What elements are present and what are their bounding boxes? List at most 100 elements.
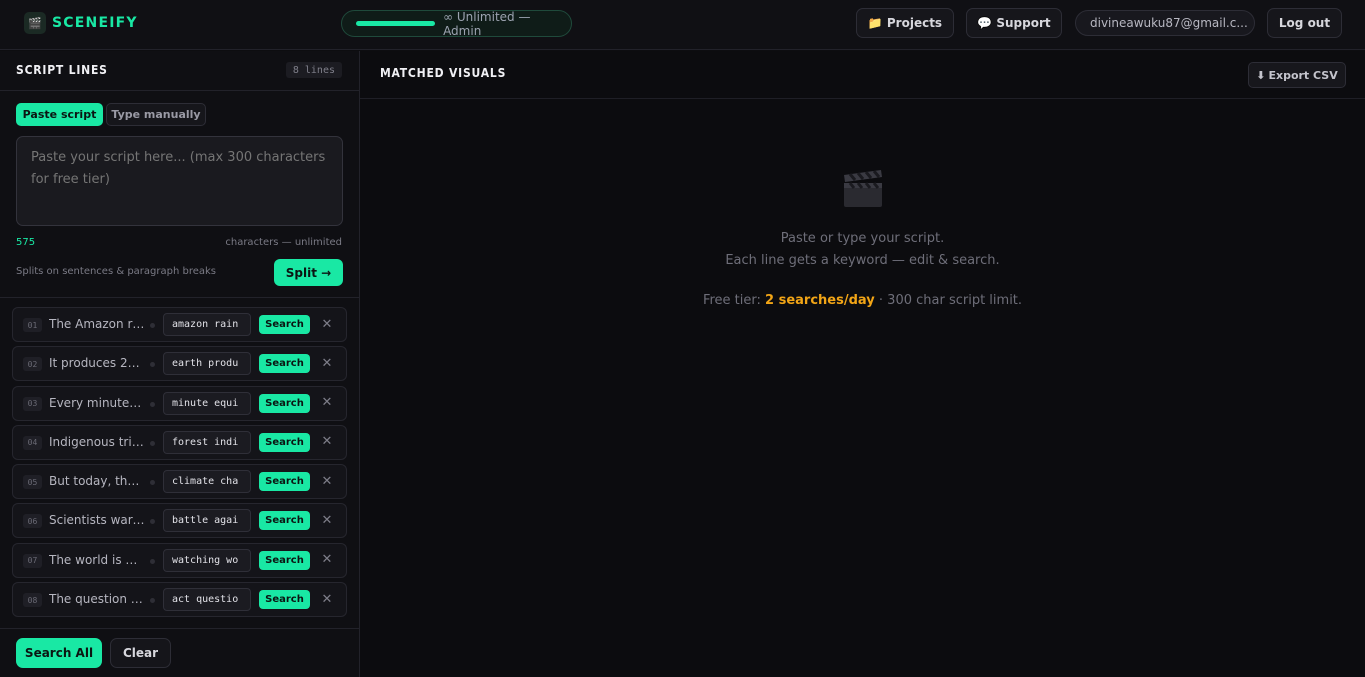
separator-dot xyxy=(150,440,155,446)
line-text[interactable]: Indigenous trib... xyxy=(49,435,145,449)
line-number: 03 xyxy=(23,396,42,411)
tier-prefix: Free tier: xyxy=(702,293,761,308)
line-search-button[interactable]: Search xyxy=(259,511,310,531)
script-lines-title: SCRIPT LINES xyxy=(16,63,108,77)
logout-button[interactable]: Log out xyxy=(1267,8,1342,38)
remove-line-icon[interactable]: ✕ xyxy=(319,510,335,530)
tier-suffix: · 300 char script limit. xyxy=(878,293,1023,308)
matched-visuals-header: MATCHED VISUALS ⬇ Export CSV xyxy=(360,51,1365,99)
line-number: 06 xyxy=(23,514,42,529)
script-line-row[interactable]: 06 Scientists warn... battle agai Search ✕ xyxy=(12,503,347,539)
split-hint: Splits on sentences & paragraph breaks xyxy=(16,266,217,277)
line-search-button[interactable]: Search xyxy=(259,472,310,492)
projects-button-label: Projects xyxy=(886,16,943,30)
tab-type-manually[interactable]: Type manually xyxy=(106,103,206,126)
script-line-list: 01 The Amazon rai... amazon rain Search ✕ 02 I… xyxy=(12,307,347,621)
line-search-button[interactable]: Search xyxy=(259,590,310,610)
line-search-button[interactable]: Search xyxy=(259,315,310,334)
line-text[interactable]: It produces 20 ... xyxy=(49,356,145,370)
line-search-button[interactable]: Search xyxy=(259,432,310,452)
script-line-row[interactable]: 02 It produces 20 ... earth produ Search ✕ xyxy=(12,346,347,382)
app-name: SCENEIFY xyxy=(52,15,138,31)
line-text[interactable]: The world is wa... xyxy=(49,553,145,567)
empty-state: Paste or type your script. Each line get… xyxy=(360,166,1365,308)
line-number: 07 xyxy=(23,553,42,568)
separator-dot xyxy=(150,519,155,525)
matched-visuals-title: MATCHED VISUALS xyxy=(380,66,507,80)
divider xyxy=(0,628,359,629)
line-text[interactable]: Every minute, t... xyxy=(49,396,145,410)
projects-button[interactable]: 📁 Projects xyxy=(856,8,954,38)
free-tier-note: Free tier: 2 searches/day · 300 char scr… xyxy=(360,293,1365,308)
clapperboard-logo-icon: 🎬 xyxy=(24,12,46,34)
line-number: 02 xyxy=(23,357,42,372)
keyword-input[interactable]: climate cha xyxy=(163,470,251,494)
separator-dot xyxy=(150,598,155,604)
remove-line-icon[interactable]: ✕ xyxy=(319,471,335,491)
separator-dot xyxy=(150,401,155,407)
script-line-row[interactable]: 04 Indigenous trib... forest indi Search ✕ xyxy=(12,424,347,460)
keyword-input[interactable]: forest indi xyxy=(163,430,251,454)
script-lines-header: SCRIPT LINES 8 lines xyxy=(0,51,359,91)
char-count: 575 xyxy=(16,237,36,248)
line-text[interactable]: The question is... xyxy=(49,592,145,606)
split-button[interactable]: Split → xyxy=(274,259,343,286)
line-search-button[interactable]: Search xyxy=(259,550,310,570)
export-csv-button[interactable]: ⬇ Export CSV xyxy=(1248,62,1346,88)
script-line-row[interactable]: 05 But today, thei... climate cha Search ✕ xyxy=(12,464,347,500)
user-email[interactable]: divineawuku87@gmail.c... xyxy=(1075,10,1255,36)
speech-bubble-icon: 💬 xyxy=(977,16,993,30)
empty-state-line-1: Paste or type your script. xyxy=(780,231,945,246)
separator-dot xyxy=(150,323,155,328)
line-number: 04 xyxy=(23,435,42,450)
remove-line-icon[interactable]: ✕ xyxy=(319,589,335,609)
line-number: 08 xyxy=(23,593,42,608)
line-count-badge: 8 lines xyxy=(285,62,342,78)
separator-dot xyxy=(150,558,155,564)
remove-line-icon[interactable]: ✕ xyxy=(319,353,335,373)
script-line-row[interactable]: 08 The question is... act questio Search ✕ xyxy=(12,582,347,618)
remove-line-icon[interactable]: ✕ xyxy=(319,550,335,570)
top-navigation-bar: 🎬 SCENEIFY ∞ Unlimited — Admin 📁 Project… xyxy=(0,0,1365,50)
clapperboard-icon xyxy=(843,170,882,207)
support-button[interactable]: 💬 Support xyxy=(966,8,1062,38)
remove-line-icon[interactable]: ✕ xyxy=(319,393,335,413)
app-logo[interactable]: 🎬 SCENEIFY xyxy=(24,12,138,34)
line-search-button[interactable]: Search xyxy=(259,393,310,413)
script-line-row[interactable]: 01 The Amazon rai... amazon rain Search ✕ xyxy=(12,307,347,342)
download-arrow-icon: ⬇ xyxy=(1256,68,1266,82)
line-text[interactable]: But today, thei... xyxy=(49,474,145,488)
keyword-input[interactable]: watching wo xyxy=(163,548,251,572)
keyword-input[interactable]: act questio xyxy=(163,588,251,612)
logout-button-label: Log out xyxy=(1278,16,1331,30)
export-csv-label: Export CSV xyxy=(1268,68,1338,82)
tab-paste-script[interactable]: Paste script xyxy=(16,103,103,126)
divider xyxy=(0,297,359,298)
plan-label: ∞ Unlimited — Admin xyxy=(443,9,531,38)
script-lines-panel: SCRIPT LINES 8 lines Paste script Type m… xyxy=(0,51,360,677)
keyword-input[interactable]: amazon rain xyxy=(163,313,251,336)
keyword-input[interactable]: earth produ xyxy=(163,352,251,376)
script-line-row[interactable]: 03 Every minute, t... minute equi Search ✕ xyxy=(12,385,347,421)
remove-line-icon[interactable]: ✕ xyxy=(319,432,335,452)
support-button-label: Support xyxy=(996,16,1051,30)
keyword-input[interactable]: battle agai xyxy=(163,509,251,533)
empty-state-line-2: Each line gets a keyword — edit & search… xyxy=(725,253,1000,268)
char-limit-note: characters — unlimited xyxy=(225,237,342,248)
search-all-button[interactable]: Search All xyxy=(16,638,102,668)
tier-search-limit: 2 searches/day xyxy=(765,293,875,308)
remove-line-icon[interactable]: ✕ xyxy=(319,314,335,334)
line-number: 05 xyxy=(23,475,42,490)
clear-button[interactable]: Clear xyxy=(110,638,171,668)
separator-dot xyxy=(150,362,155,368)
script-line-row[interactable]: 07 The world is wa... watching wo Search ✕ xyxy=(12,542,347,578)
matched-visuals-panel: MATCHED VISUALS ⬇ Export CSV Paste or ty… xyxy=(360,51,1365,677)
keyword-input[interactable]: minute equi xyxy=(163,391,251,415)
line-text[interactable]: Scientists warn... xyxy=(49,513,145,527)
script-input[interactable] xyxy=(16,136,343,226)
line-search-button[interactable]: Search xyxy=(259,354,310,374)
line-text[interactable]: The Amazon rai... xyxy=(49,317,145,331)
plan-status-pill: ∞ Unlimited — Admin xyxy=(341,9,572,38)
line-number: 01 xyxy=(23,318,42,332)
separator-dot xyxy=(150,480,155,486)
